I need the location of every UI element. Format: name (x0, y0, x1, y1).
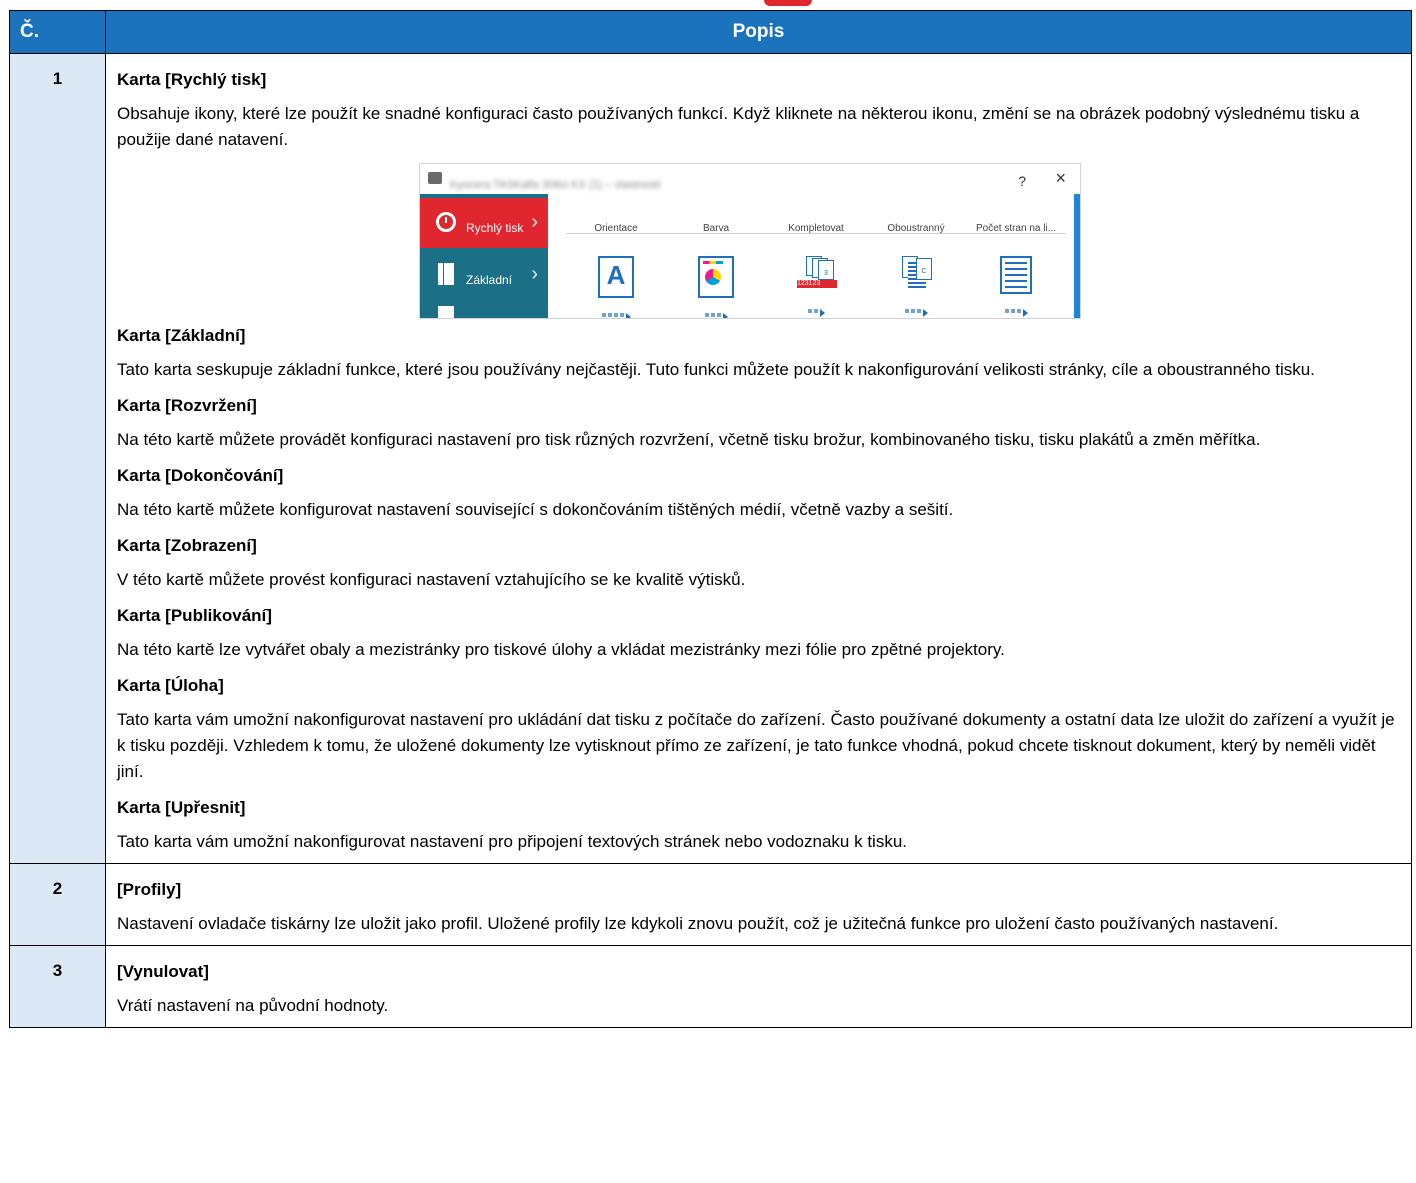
option-label: Počet stran na li... (975, 223, 1057, 234)
item-title: Karta [Upřesnit] (117, 798, 246, 817)
table-row: 2 [Profily] Nastavení ovladače tiskárny … (9, 863, 1412, 946)
option-divider (766, 233, 866, 234)
sidebar-item-partial[interactable] (420, 302, 548, 318)
item-text: Tato karta seskupuje základní funkce, kt… (117, 360, 1315, 379)
row-description: [Vynulovat] Vrátí nastavení na původní h… (105, 945, 1412, 1028)
option-pages-per-sheet[interactable]: Počet stran na li... (966, 216, 1066, 318)
option-indicator (666, 304, 766, 318)
item-title: Karta [Zobrazení] (117, 536, 257, 555)
quick-print-options: Orientace A Barva Kompletovat 3 123123 O… (566, 216, 1066, 318)
item-title: Karta [Dokončování] (117, 466, 284, 485)
chevron-right-icon: › (531, 263, 538, 285)
item-title: Karta [Rozvržení] (117, 396, 257, 415)
screenshot-sidebar: Rychlý tisk › Základní › (420, 194, 548, 318)
item-title: Karta [Základní] (117, 326, 246, 345)
option-divider (966, 233, 1066, 234)
item-title: Karta [Rychlý tisk] (117, 70, 267, 89)
row-number: 1 (9, 53, 106, 864)
page-tab-marker (764, 0, 812, 6)
collate-band: 123123 (797, 280, 837, 288)
item-text: Tato karta vám umožní nakonfigurovat nas… (117, 832, 907, 851)
stopwatch-icon (436, 212, 456, 232)
page-icon (438, 263, 454, 285)
item-title: [Vynulovat] (117, 962, 209, 981)
sidebar-item-quick-print[interactable]: Rychlý tisk › (420, 198, 548, 248)
item-text: Na této kartě lze vytvářet obaly a mezis… (117, 640, 1005, 659)
description-table: Č. Popis 1 Karta [Rychlý tisk] Obsahuje … (9, 10, 1412, 1028)
option-divider (566, 233, 666, 234)
item-text: Na této kartě můžete provádět konfigurac… (117, 430, 1261, 449)
option-indicator (966, 300, 1066, 318)
option-orientation[interactable]: Orientace A (566, 216, 666, 318)
item-text: Obsahuje ikony, které lze použít ke snad… (117, 104, 1360, 149)
header-description: Popis (105, 10, 1412, 54)
page-icon (438, 306, 454, 318)
option-indicator (866, 300, 966, 318)
option-collate[interactable]: Kompletovat 1 2 3 123123 (766, 216, 866, 318)
option-label: Orientace (594, 223, 638, 234)
item-text: Na této kartě můžete konfigurovat nastav… (117, 500, 954, 519)
row-description: [Profily] Nastavení ovladače tiskárny lz… (105, 863, 1412, 946)
item-title: [Profily] (117, 880, 182, 899)
option-indicator (566, 304, 666, 318)
item-text: V této kartě můžete provést konfiguraci … (117, 570, 746, 589)
printer-icon (428, 172, 442, 184)
header-number: Č. (9, 10, 106, 54)
screenshot-scrollbar[interactable] (1074, 194, 1080, 318)
item-text: Tato karta vám umožní nakonfigurovat nas… (117, 710, 1395, 781)
item-text: Nastavení ovladače tiskárny lze uložit j… (117, 914, 1279, 933)
option-label: Kompletovat (788, 223, 844, 234)
sidebar-item-label: Základní (466, 273, 513, 287)
option-divider (866, 233, 966, 234)
close-button[interactable]: × (1055, 165, 1066, 191)
driver-screenshot: Kyocera TASKalfa 306ci KX (1) – vlastnos… (419, 163, 1081, 319)
item-title: Karta [Úloha] (117, 676, 224, 695)
screenshot-titlebar: Kyocera TASKalfa 306ci KX (1) – vlastnos… (420, 164, 1080, 194)
table-row: 3 [Vynulovat] Vrátí nastavení na původní… (9, 945, 1412, 1028)
table-header-row: Č. Popis (9, 10, 1412, 54)
option-color[interactable]: Barva (666, 216, 766, 318)
duplex-icon: A C (900, 256, 932, 294)
option-duplex[interactable]: Oboustranný A C (866, 216, 966, 318)
color-icon (698, 256, 734, 298)
item-title: Karta [Publikování] (117, 606, 272, 625)
option-label: Barva (702, 223, 730, 234)
row-description: Karta [Rychlý tisk] Obsahuje ikony, kter… (105, 53, 1412, 864)
table-row: 1 Karta [Rychlý tisk] Obsahuje ikony, kt… (9, 53, 1412, 864)
option-divider (666, 233, 766, 234)
option-label: Oboustranný (887, 223, 945, 234)
row-number: 2 (9, 863, 106, 946)
row-number: 3 (9, 945, 106, 1028)
help-button[interactable]: ? (1018, 168, 1026, 194)
option-indicator (766, 300, 866, 318)
orientation-icon: A (598, 256, 634, 298)
item-text: Vrátí nastavení na původní hodnoty. (117, 996, 389, 1015)
collate-icon: 1 2 3 123123 (797, 256, 837, 294)
sidebar-item-label: Rychlý tisk (466, 221, 524, 235)
chevron-right-icon: › (531, 211, 538, 233)
pages-per-sheet-icon (1000, 256, 1032, 294)
sidebar-item-basic[interactable]: Základní › (420, 250, 548, 300)
